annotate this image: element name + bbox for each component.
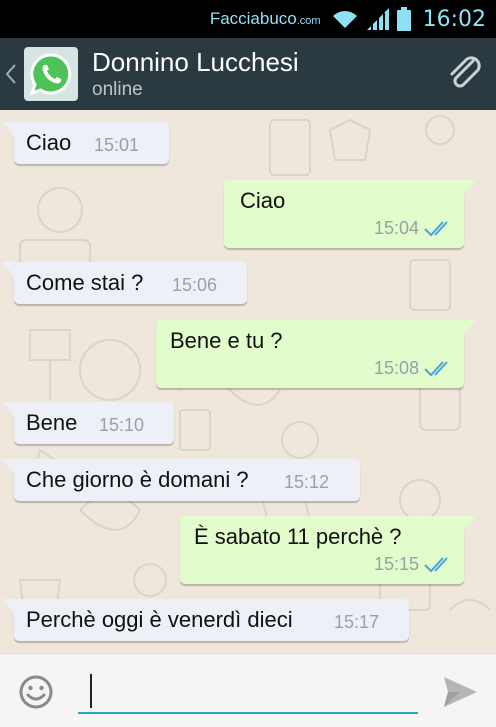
message-time: 15:01: [94, 135, 140, 155]
message-time: 15:06: [172, 275, 218, 295]
send-icon[interactable]: [440, 674, 480, 710]
bubble-tail: [2, 262, 16, 278]
watermark-main: Facciabuco: [209, 9, 297, 28]
message-text: Che giorno è domani ?: [26, 467, 249, 492]
chat-area[interactable]: Ciao 15:01 Ciao 15:04 Come stai ? 15:06 …: [0, 110, 496, 653]
back-chevron-icon[interactable]: [2, 38, 20, 110]
message-bubble-incoming[interactable]: Bene 15:10: [2, 402, 174, 444]
whatsapp-logo-icon: [29, 53, 72, 96]
message-text: Ciao: [240, 188, 286, 213]
status-bar: Facciabuco.com 16:02: [0, 0, 496, 38]
message-time: 15:04: [374, 218, 420, 238]
emoji-smiley-icon[interactable]: [18, 674, 54, 710]
message-text: È sabato 11 perchè ?: [194, 524, 402, 549]
signal-icon: [365, 8, 391, 30]
message-time: 15:12: [284, 472, 330, 492]
message-text: Ciao: [26, 130, 72, 155]
message-bubble-incoming[interactable]: Che giorno è domani ? 15:12: [2, 459, 360, 501]
contact-status: online: [92, 79, 143, 100]
contact-info[interactable]: Donnino Lucchesi online: [92, 46, 436, 102]
paperclip-icon[interactable]: [436, 38, 496, 110]
message-time: 15:10: [99, 415, 145, 435]
message-text: Bene e tu ?: [170, 328, 283, 353]
message-bubble-incoming[interactable]: Come stai ? 15:06: [2, 262, 247, 304]
message-bubble-incoming[interactable]: Perchè oggi è venerdì dieci 15:17: [2, 599, 409, 641]
message-text: Perchè oggi è venerdì dieci: [26, 607, 293, 632]
bubble-tail: [2, 402, 16, 418]
chat-header: Donnino Lucchesi online: [0, 38, 496, 110]
watermark-suffix: .com: [296, 15, 321, 27]
bubble-tail: [2, 122, 16, 138]
bubble-tail: [2, 459, 16, 475]
message-time: 15:15: [374, 554, 420, 574]
clock: 16:02: [422, 6, 486, 32]
message-time: 15:17: [334, 612, 380, 632]
watermark: Facciabuco.com: [210, 9, 321, 29]
double-check-read-icon: [424, 557, 448, 573]
double-check-read-icon: [424, 361, 448, 377]
message-bubble-incoming[interactable]: Ciao 15:01: [2, 122, 169, 164]
avatar[interactable]: [24, 47, 78, 101]
text-cursor: [90, 674, 92, 708]
message-bubble-outgoing[interactable]: Ciao 15:04: [224, 180, 476, 248]
message-time: 15:08: [374, 358, 420, 378]
bubble-tail: [462, 320, 476, 336]
message-text: Come stai ?: [26, 270, 144, 295]
battery-icon: [396, 7, 411, 31]
contact-name: Donnino Lucchesi: [92, 47, 299, 77]
message-bubble-outgoing[interactable]: È sabato 11 perchè ? 15:15: [180, 516, 476, 584]
double-check-read-icon: [424, 221, 448, 237]
bubble-tail: [462, 180, 476, 196]
wifi-icon: [331, 8, 359, 30]
message-input[interactable]: [78, 668, 418, 714]
composer-bar: [0, 653, 496, 727]
message-text: Bene: [26, 410, 78, 435]
bubble-tail: [2, 599, 16, 615]
message-bubble-outgoing[interactable]: Bene e tu ? 15:08: [156, 320, 476, 388]
bubble-tail: [462, 516, 476, 532]
